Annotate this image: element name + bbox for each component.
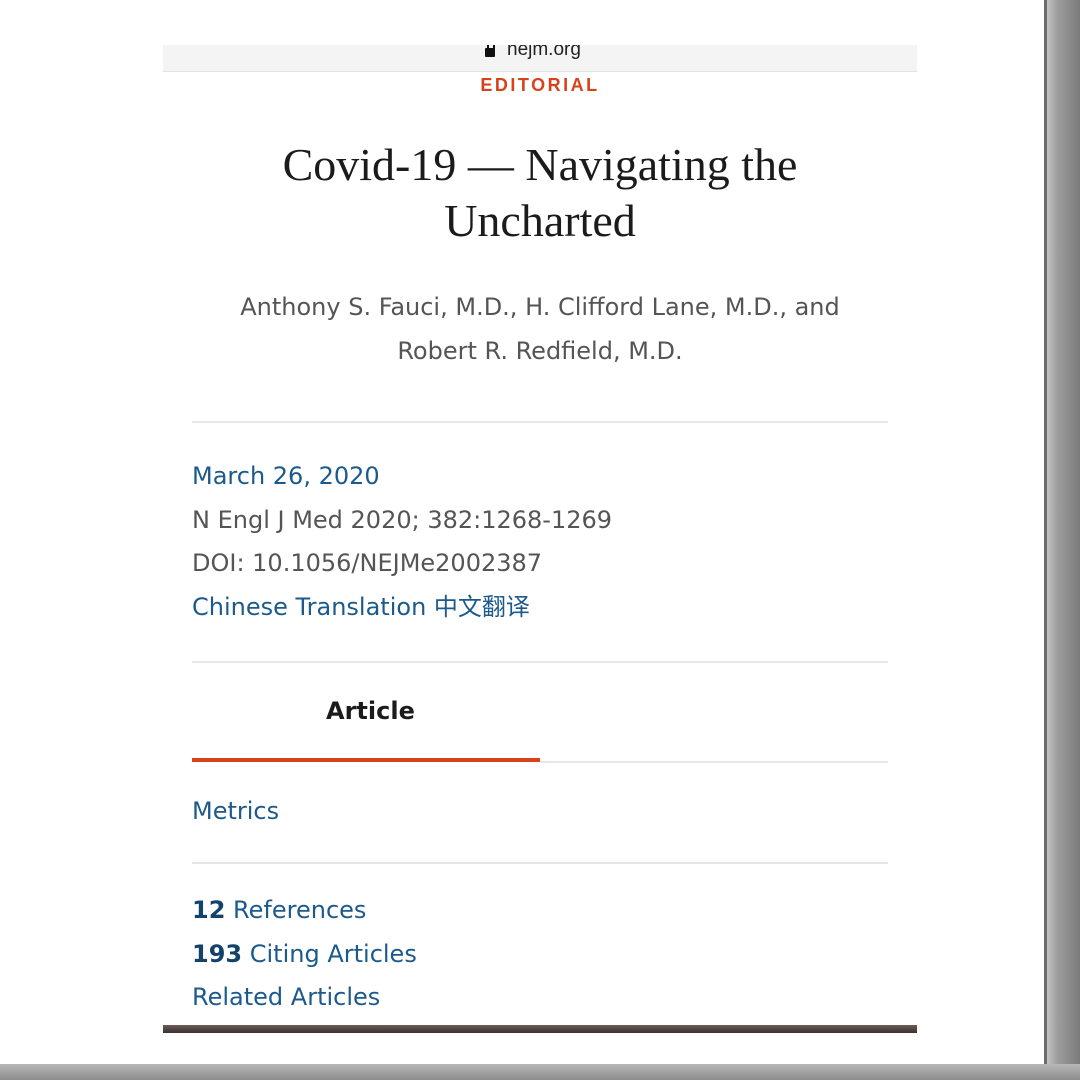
chinese-translation-link[interactable]: Chinese Translation 中文翻译 bbox=[192, 586, 872, 630]
photo-frame-right-edge bbox=[1045, 0, 1080, 1080]
citing-label: Citing Articles bbox=[249, 939, 417, 968]
related-links: 12 References 193 Citing Articles Relate… bbox=[192, 889, 417, 1020]
screen-bottom-bar bbox=[163, 1025, 917, 1033]
photo-frame-bottom-edge bbox=[0, 1064, 1080, 1080]
authors-line: Anthony S. Fauci, M.D., H. Clifford Lane… bbox=[240, 293, 840, 321]
metrics-link[interactable]: Metrics bbox=[192, 797, 279, 825]
article-authors: Anthony S. Fauci, M.D., H. Clifford Lane… bbox=[203, 285, 877, 373]
divider bbox=[192, 862, 888, 864]
references-label: References bbox=[233, 896, 367, 924]
references-link[interactable]: 12 References bbox=[192, 889, 417, 933]
tab-article[interactable]: Article bbox=[326, 697, 415, 725]
references-count: 12 bbox=[192, 896, 226, 924]
active-tab-indicator bbox=[192, 758, 540, 762]
article-title: Covid-19 — Navigating the Uncharted bbox=[282, 139, 798, 246]
lock-icon bbox=[485, 45, 495, 57]
article-meta: March 26, 2020 N Engl J Med 2020; 382:12… bbox=[192, 455, 872, 629]
doi: DOI: 10.1056/NEJMe2002387 bbox=[192, 549, 543, 577]
authors-line: Robert R. Redfield, M.D. bbox=[397, 337, 683, 365]
citing-articles-link[interactable]: 193 Citing Articles bbox=[192, 933, 417, 977]
citing-count: 193 bbox=[192, 939, 243, 968]
phone-screen: nejm.org EDITORIAL Covid-19 — Navigating… bbox=[163, 45, 917, 1033]
section-label: EDITORIAL bbox=[480, 75, 600, 95]
publication-date[interactable]: March 26, 2020 bbox=[192, 455, 872, 499]
browser-url-bar[interactable]: nejm.org bbox=[163, 45, 917, 72]
tab-rule bbox=[540, 761, 888, 763]
citation: N Engl J Med 2020; 382:1268-1269 bbox=[192, 505, 613, 534]
photo-frame-line bbox=[1044, 0, 1047, 1064]
divider bbox=[192, 421, 888, 423]
url-text: nejm.org bbox=[507, 45, 581, 60]
divider bbox=[192, 661, 888, 663]
related-articles-link[interactable]: Related Articles bbox=[192, 976, 417, 1020]
